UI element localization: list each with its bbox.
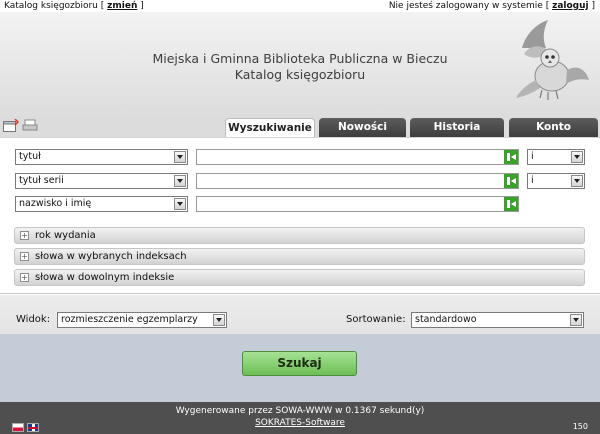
visit-counter: 150	[572, 422, 588, 431]
catalog-switcher: Katalog księgozbioru [ zmień ]	[4, 0, 144, 12]
chevron-down-icon	[174, 198, 186, 210]
chevron-down-icon	[213, 314, 225, 326]
operator-select-1[interactable]: i	[527, 149, 585, 165]
search-button[interactable]: Szukaj	[242, 351, 357, 376]
login-status: Nie jesteś zalogowany w systemie [ zalog…	[389, 0, 595, 12]
chevron-down-icon	[174, 151, 186, 163]
expand-plus-icon: +	[20, 273, 29, 282]
expand-plus-icon: +	[20, 252, 29, 261]
search-button-area: Szukaj	[0, 334, 600, 402]
sort-label: Sortowanie:	[346, 314, 406, 325]
top-bar: Katalog księgozbioru [ zmień ] Nie jeste…	[0, 0, 600, 12]
select-value: i	[531, 175, 534, 186]
chevron-down-icon	[174, 175, 186, 187]
chevron-down-icon	[571, 151, 583, 163]
search-form: tytuł i tytuł serii i nazwisko i imię + …	[0, 137, 600, 294]
tab-history[interactable]: Historia	[410, 118, 504, 137]
operator-select-2[interactable]: i	[527, 173, 585, 189]
sort-select[interactable]: standardowo	[411, 312, 584, 328]
view-label: Widok:	[16, 314, 51, 325]
chevron-down-icon	[570, 314, 582, 326]
new-window-icon[interactable]	[3, 118, 20, 135]
catalog-label: Katalog księgozbioru	[4, 1, 98, 11]
expand-selected-indexes[interactable]: + słowa w wybranych indeksach	[14, 248, 585, 265]
chevron-down-icon	[571, 175, 583, 187]
bracket-close: ]	[591, 1, 595, 11]
select-value: nazwisko i imię	[19, 198, 92, 209]
select-value: rozmieszczenie egzemplarzy	[61, 314, 198, 325]
software-link[interactable]: SOKRATES-Software	[0, 418, 600, 429]
search-input-1[interactable]	[196, 149, 519, 165]
search-input-2[interactable]	[196, 173, 519, 189]
search-field-select-2[interactable]: tytuł serii	[15, 173, 188, 189]
footer: Wygenerowane przez SOWA-WWW w 0.1367 sek…	[0, 402, 600, 434]
bracket-open: [	[100, 1, 105, 11]
login-status-text: Nie jesteś zalogowany w systemie	[388, 1, 543, 11]
view-select[interactable]: rozmieszczenie egzemplarzy	[57, 312, 227, 328]
printer-icon[interactable]	[22, 119, 38, 135]
select-value: tytuł	[19, 151, 41, 162]
expand-plus-icon: +	[20, 231, 29, 240]
select-value: i	[531, 151, 534, 162]
owl-logo-icon	[516, 20, 589, 100]
bracket-open: [	[545, 1, 550, 11]
generation-info: Wygenerowane przez SOWA-WWW w 0.1367 sek…	[175, 406, 425, 416]
select-value: tytuł serii	[19, 175, 64, 186]
expand-label: słowa w dowolnym indeksie	[35, 272, 175, 283]
tab-account[interactable]: Konto	[509, 118, 598, 137]
select-value: standardowo	[415, 314, 477, 325]
expand-label: słowa w wybranych indeksach	[35, 251, 187, 262]
bracket-close: ]	[140, 1, 144, 11]
tab-search[interactable]: Wyszukiwanie	[225, 118, 315, 137]
catalog-name: Katalog księgozbioru	[234, 67, 366, 82]
english-flag-icon[interactable]	[27, 423, 39, 432]
polish-flag-icon[interactable]	[12, 423, 24, 432]
tab-bar: Wyszukiwanie Nowości Historia Konto	[0, 117, 600, 137]
search-field-select-3[interactable]: nazwisko i imię	[15, 196, 188, 212]
virtual-keyboard-icon[interactable]	[504, 174, 518, 188]
search-field-select-1[interactable]: tytuł	[15, 149, 188, 165]
search-input-3[interactable]	[196, 196, 519, 212]
page-title: Miejska i Gminna Biblioteka Publiczna w …	[0, 51, 600, 83]
expand-label: rok wydania	[35, 230, 96, 241]
library-name: Miejska i Gminna Biblioteka Publiczna w …	[152, 51, 448, 66]
expand-any-index[interactable]: + słowa w dowolnym indeksie	[14, 269, 585, 286]
tab-news[interactable]: Nowości	[319, 118, 406, 137]
login-link[interactable]: zaloguj	[552, 1, 589, 11]
expand-year[interactable]: + rok wydania	[14, 227, 585, 244]
page-header: Miejska i Gminna Biblioteka Publiczna w …	[0, 12, 600, 119]
result-options: Widok: rozmieszczenie egzemplarzy Sortow…	[0, 295, 600, 334]
tab-icons	[3, 118, 38, 135]
virtual-keyboard-icon[interactable]	[504, 150, 518, 164]
virtual-keyboard-icon[interactable]	[504, 197, 518, 211]
change-catalog-link[interactable]: zmień	[107, 1, 137, 11]
